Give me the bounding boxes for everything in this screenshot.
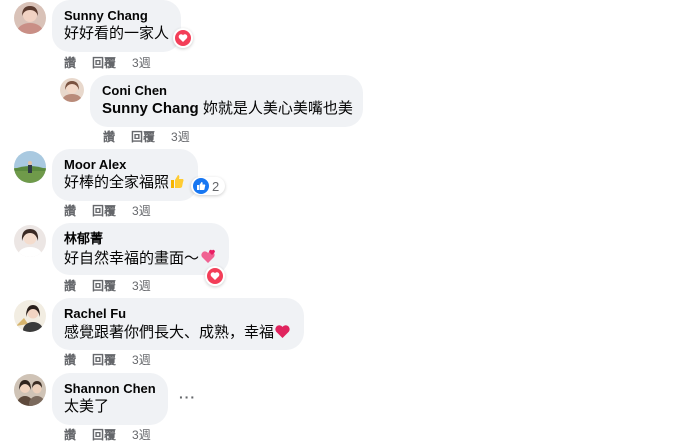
comment-text: 好自然幸福的畫面～ bbox=[64, 247, 217, 269]
avatar[interactable] bbox=[14, 374, 46, 406]
timestamp[interactable]: 3週 bbox=[132, 352, 151, 368]
like-button[interactable]: 讚 bbox=[64, 427, 76, 443]
reply-button[interactable]: 回覆 bbox=[92, 278, 116, 294]
avatar[interactable] bbox=[60, 78, 84, 102]
timestamp[interactable]: 3週 bbox=[132, 203, 151, 219]
reaction-badge[interactable] bbox=[173, 28, 193, 48]
reaction-badge[interactable] bbox=[205, 266, 225, 286]
comment-bubble: Shannon Chen 太美了 bbox=[52, 373, 168, 425]
comment-actions: 讚 回覆 3週 bbox=[64, 55, 151, 71]
like-button[interactable]: 讚 bbox=[64, 203, 76, 219]
comment-author[interactable]: Shannon Chen bbox=[64, 381, 156, 397]
like-button[interactable]: 讚 bbox=[103, 129, 115, 145]
like-button[interactable]: 讚 bbox=[64, 278, 76, 294]
avatar[interactable] bbox=[14, 300, 46, 332]
reply-button[interactable]: 回覆 bbox=[92, 203, 116, 219]
comment-author[interactable]: Coni Chen bbox=[102, 83, 351, 99]
comment-text: 好棒的全家福照 bbox=[64, 173, 186, 193]
heart-reaction-icon bbox=[175, 30, 191, 46]
timestamp[interactable]: 3週 bbox=[132, 55, 151, 71]
timestamp[interactable]: 3週 bbox=[132, 278, 151, 294]
comment-text-body: 好自然幸福的畫面～ bbox=[64, 250, 200, 267]
comment-actions: 讚 回覆 3週 bbox=[64, 352, 151, 368]
comment-bubble: 林郁菁 好自然幸福的畫面～ bbox=[52, 223, 229, 275]
reply-button[interactable]: 回覆 bbox=[92, 352, 116, 368]
comment-bubble: Rachel Fu 感覺跟著你們長大、成熟，幸福 bbox=[52, 298, 304, 350]
avatar[interactable] bbox=[14, 225, 46, 257]
comment-actions: 讚 回覆 3週 bbox=[64, 278, 151, 294]
comment-author[interactable]: Moor Alex bbox=[64, 157, 186, 173]
comment-author[interactable]: Sunny Chang bbox=[64, 8, 169, 24]
mention-link[interactable]: Sunny Chang bbox=[102, 100, 199, 117]
avatar[interactable] bbox=[14, 2, 46, 34]
comment-actions: 讚 回覆 3週 bbox=[103, 129, 190, 145]
reaction-badge[interactable]: 2 bbox=[191, 177, 226, 195]
comment-actions: 讚 回覆 3週 bbox=[64, 427, 151, 443]
comment-author[interactable]: Rachel Fu bbox=[64, 306, 292, 322]
like-button[interactable]: 讚 bbox=[64, 352, 76, 368]
avatar[interactable] bbox=[14, 151, 46, 183]
comment-bubble: Coni Chen Sunny Chang 妳就是人美心美嘴也美 bbox=[90, 75, 363, 127]
comment-text: Sunny Chang 妳就是人美心美嘴也美 bbox=[102, 99, 353, 119]
comment-text-body: 感覺跟著你們長大、成熟，幸福 bbox=[64, 324, 275, 341]
comment-text-body: 妳就是人美心美嘴也美 bbox=[198, 100, 353, 117]
comment-bubble: Moor Alex 好棒的全家福照 bbox=[52, 149, 198, 201]
comment-author[interactable]: 林郁菁 bbox=[64, 231, 217, 247]
more-options-icon[interactable]: ··· bbox=[179, 389, 196, 405]
comment-actions: 讚 回覆 3週 bbox=[64, 203, 151, 219]
reply-button[interactable]: 回覆 bbox=[131, 129, 155, 145]
comment-text: 好好看的一家人 bbox=[64, 25, 170, 42]
timestamp[interactable]: 3週 bbox=[132, 427, 151, 443]
reply-button[interactable]: 回覆 bbox=[92, 427, 116, 443]
timestamp[interactable]: 3週 bbox=[171, 129, 190, 145]
thumbs-up-emoji-icon bbox=[171, 175, 184, 188]
comment-text: 感覺跟著你們長大、成熟，幸福 bbox=[64, 322, 292, 343]
comment-bubble: Sunny Chang 好好看的一家人 bbox=[52, 0, 181, 52]
like-button[interactable]: 讚 bbox=[64, 55, 76, 71]
two-hearts-emoji-icon bbox=[201, 249, 215, 263]
heart-reaction-icon bbox=[207, 268, 223, 284]
comment-text-body: 好棒的全家福照 bbox=[64, 174, 170, 191]
reply-button[interactable]: 回覆 bbox=[92, 55, 116, 71]
comment-text: 太美了 bbox=[64, 398, 110, 415]
reaction-count: 2 bbox=[212, 178, 220, 194]
like-reaction-icon bbox=[193, 178, 209, 194]
red-heart-emoji-icon bbox=[275, 325, 290, 338]
